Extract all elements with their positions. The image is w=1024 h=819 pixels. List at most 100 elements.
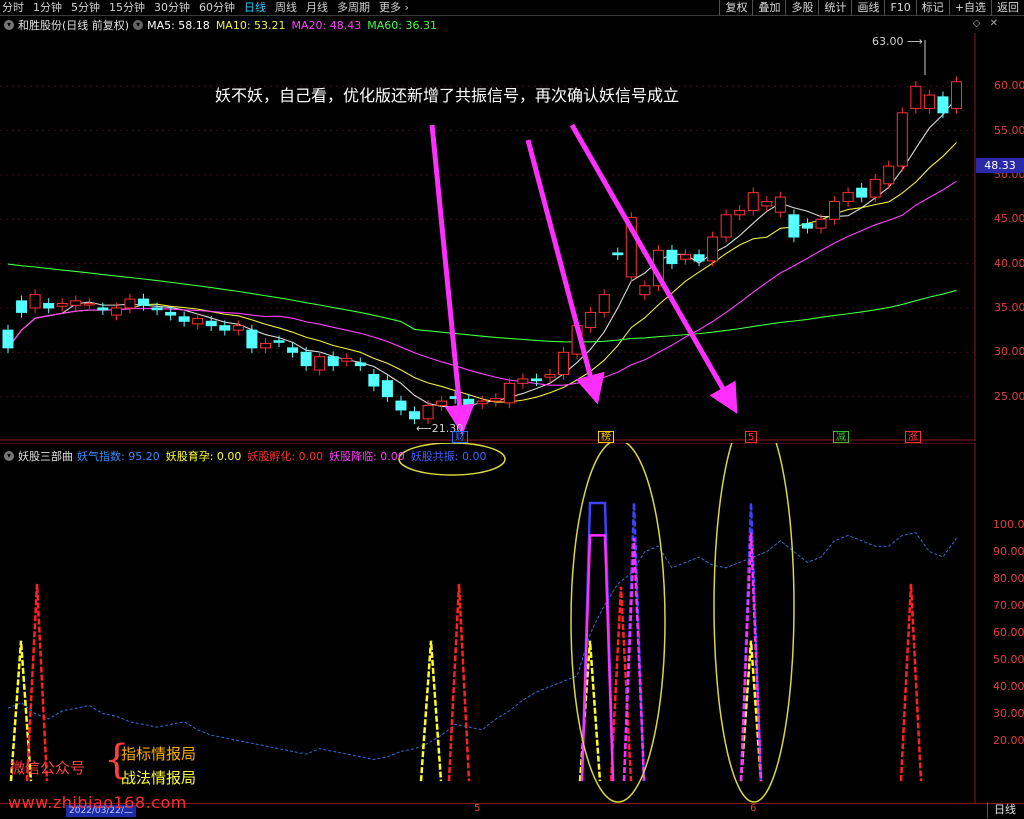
- indicator-value: 妖股孵化: 0.00: [247, 450, 324, 463]
- candle-body: [178, 316, 190, 322]
- candle-body: [165, 311, 177, 316]
- candle-body: [801, 223, 813, 229]
- candle-body: [896, 112, 908, 167]
- bureau-label-1: 指标情报局: [121, 745, 197, 763]
- candle-body: [327, 356, 339, 367]
- collapse-icon[interactable]: ▾: [4, 20, 14, 30]
- period-indicator[interactable]: 日线: [987, 802, 1022, 818]
- toolbar-button[interactable]: 复权: [719, 0, 752, 16]
- candle-body: [774, 196, 786, 213]
- signal-spike: [447, 583, 471, 782]
- ma-line: [7, 142, 957, 403]
- candle-body: [219, 325, 231, 331]
- toolbar-button[interactable]: 叠加: [752, 0, 785, 16]
- candle-body: [138, 298, 149, 306]
- price-tick: 35.00: [994, 300, 1024, 314]
- bureau-label-2: 战法情报局: [121, 769, 197, 787]
- period-tab[interactable]: 1分钟: [33, 0, 62, 16]
- candle-body: [2, 329, 14, 349]
- candle-body: [29, 294, 41, 309]
- candle-body: [666, 249, 678, 265]
- toolbar-button[interactable]: 画线: [851, 0, 884, 16]
- candle-body: [70, 300, 82, 306]
- candle-body: [693, 254, 705, 262]
- toolbar-button[interactable]: 统计: [818, 0, 851, 16]
- candle-body: [246, 329, 258, 349]
- candle-body: [300, 351, 312, 367]
- candle-body: [883, 165, 895, 185]
- price-tick: 60.00: [994, 79, 1024, 93]
- period-tab[interactable]: 多周期: [337, 0, 370, 16]
- indicator-value: 妖股育孕: 0.00: [165, 450, 242, 463]
- candle-body: [585, 311, 597, 328]
- candle-body: [83, 303, 95, 306]
- ma-line: [7, 180, 957, 386]
- period-tab[interactable]: 月线: [306, 0, 328, 16]
- candle-body: [788, 214, 800, 238]
- close-icon[interactable]: ✕: [990, 18, 998, 29]
- candle-body: [259, 342, 271, 349]
- candle-body: [720, 214, 732, 238]
- candle-body: [490, 397, 502, 402]
- candle-body: [436, 400, 448, 407]
- settings-icon[interactable]: ▾: [133, 20, 144, 30]
- signal-spike: [419, 640, 443, 782]
- candle-body: [287, 347, 299, 353]
- toolbar-button[interactable]: +自选: [948, 0, 991, 16]
- indicator-tick: 80.00: [993, 571, 1024, 585]
- candle-body: [368, 373, 380, 387]
- candle-body: [761, 201, 773, 207]
- period-tab[interactable]: 日线: [244, 0, 266, 16]
- ma-label: MA20: 48.43: [291, 18, 362, 32]
- period-tab[interactable]: 更多 ›: [379, 0, 409, 16]
- period-tab[interactable]: 60分钟: [199, 0, 235, 16]
- ma-label: MA10: 53.21: [215, 18, 286, 32]
- candle-body: [463, 398, 475, 407]
- ma-label: MA5: 58.18: [147, 18, 210, 32]
- toolbar-button[interactable]: 标记: [915, 0, 949, 16]
- indicator-tick: 90.00: [993, 544, 1024, 558]
- candle-body: [341, 358, 353, 362]
- event-mark: 财: [452, 431, 468, 443]
- tool-buttons: 复权 叠加 多股 统计 画线 F10 标记 +自选 返回: [719, 0, 1024, 16]
- high-price-label: 63.00 ⟶: [872, 35, 923, 48]
- index-line: [7, 532, 957, 761]
- indicator-value: 妖股共振: 0.00: [410, 450, 487, 463]
- candle-body: [354, 362, 366, 367]
- candle-body: [639, 285, 651, 296]
- candle-body: [707, 236, 719, 262]
- candle-body: [43, 303, 55, 309]
- candle-body: [530, 378, 542, 382]
- price-tick: 55.00: [994, 123, 1024, 137]
- period-tab[interactable]: 15分钟: [109, 0, 145, 16]
- stock-title: 和胜股份(日线 前复权): [18, 19, 130, 32]
- period-tab[interactable]: 周线: [275, 0, 297, 16]
- toolbar-button[interactable]: F10: [884, 0, 915, 16]
- toolbar-button[interactable]: 多股: [785, 0, 818, 16]
- indicator-tick: 50.00: [993, 652, 1024, 666]
- collapse-icon[interactable]: ▾: [4, 451, 14, 461]
- last-price-label: 48.33: [976, 158, 1024, 173]
- indicator-tick: 100.00: [993, 517, 1024, 531]
- indicator-tick: 60.00: [993, 625, 1024, 639]
- annotation-arrow: [429, 124, 475, 435]
- indicator-tick: 70.00: [993, 598, 1024, 612]
- date-tick: 5: [474, 803, 481, 814]
- candle-body: [747, 192, 759, 211]
- period-tab[interactable]: 分时: [2, 0, 24, 16]
- candle-body: [951, 81, 962, 109]
- main-info-line: ▾ 和胜股份(日线 前复权) ▾ MA5: 58.18 MA10: 53.21 MA…: [4, 17, 447, 33]
- price-axis: 60.00 55.00 50.00 45.00 40.00 35.00 30.00 25.00: [976, 33, 1024, 441]
- period-tab[interactable]: 5分钟: [71, 0, 100, 16]
- toolbar-button[interactable]: 返回: [991, 0, 1024, 16]
- period-tab[interactable]: 30分钟: [154, 0, 190, 16]
- indicator-tick: 30.00: [993, 706, 1024, 720]
- candle-body: [517, 378, 529, 384]
- candle-body: [558, 351, 570, 375]
- event-mark: 5: [745, 431, 758, 443]
- website-watermark: www.zhibiao168.com: [8, 793, 187, 812]
- candle-body: [734, 209, 746, 216]
- annotation-arrow: [569, 123, 738, 415]
- candle-body: [16, 300, 28, 313]
- diamond-icon[interactable]: ◇: [973, 18, 981, 29]
